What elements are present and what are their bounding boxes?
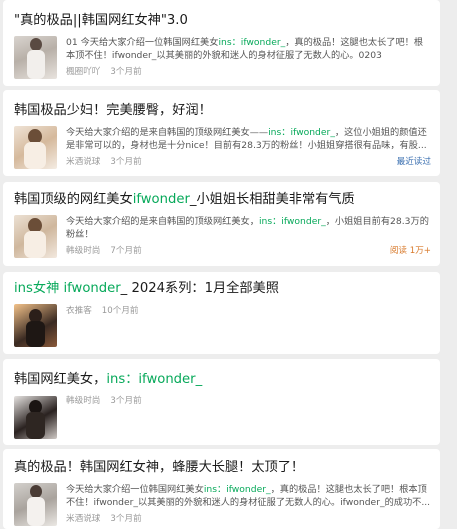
article-source[interactable]: 米酒说球: [66, 157, 100, 168]
article-card[interactable]: 真的极品！韩国网红女神，蜂腰大长腿！太顶了！ 今天给大家介绍一位韩国网红美女in…: [3, 449, 440, 529]
article-card[interactable]: 韩国极品少妇！完美腰臀，好润！ 今天给大家介绍的是来自韩国的顶级网红美女——in…: [3, 90, 440, 176]
article-excerpt: 01 今天给大家介绍一位韩国网红美女ins：ifwonder_，真的极品！这腿也…: [66, 37, 424, 61]
article-source[interactable]: 韩级时尚: [66, 396, 100, 407]
article-thumbnail: [14, 126, 57, 169]
article-thumbnail: [14, 396, 57, 439]
article-time: 7个月前: [110, 246, 142, 256]
article-time: 3个月前: [110, 67, 142, 77]
article-title[interactable]: ins女神 ifwonder_ 2024系列：1月全部美照: [14, 280, 440, 298]
article-thumbnail: [14, 36, 57, 79]
article-time: 10个月前: [101, 306, 139, 316]
article-card[interactable]: "真的极品||韩国网红女神"3.0 01 今天给大家介绍一位韩国网红美女ins：…: [3, 0, 440, 86]
article-title[interactable]: 韩国网红美女，ins：ifwonder_: [14, 371, 440, 389]
article-source[interactable]: 韩级时尚: [66, 246, 100, 257]
article-title[interactable]: 韩国极品少妇！完美腰臀，好润！: [14, 102, 440, 120]
article-title[interactable]: "真的极品||韩国网红女神"3.0: [14, 12, 440, 30]
recently-read-label: 最近读过: [396, 157, 431, 167]
article-time: 3个月前: [110, 157, 142, 167]
article-card[interactable]: 韩国网红美女，ins：ifwonder_ 韩级时尚 3个月前: [3, 359, 440, 445]
article-source[interactable]: 米酒说球: [66, 514, 100, 525]
article-thumbnail: [14, 304, 57, 347]
article-source[interactable]: 衣推客: [66, 306, 92, 317]
article-card[interactable]: 韩国顶级的网红美女ifwonder_小姐姐长相甜美非常有气质 今天给大家介绍的是…: [3, 182, 440, 266]
article-time: 3个月前: [110, 514, 142, 524]
article-title[interactable]: 韩国顶级的网红美女ifwonder_小姐姐长相甜美非常有气质: [14, 191, 440, 209]
article-card[interactable]: ins女神 ifwonder_ 2024系列：1月全部美照 衣推客 10个月前: [3, 272, 440, 354]
article-source[interactable]: 楓圈吖吖: [66, 67, 100, 78]
article-title[interactable]: 真的极品！韩国网红女神，蜂腰大长腿！太顶了！: [14, 459, 440, 477]
article-thumbnail: [14, 483, 57, 526]
article-feed: "真的极品||韩国网红女神"3.0 01 今天给大家介绍一位韩国网红美女ins：…: [0, 0, 457, 529]
article-excerpt: 今天给大家介绍一位韩国网红美女ins：ifwonder_，真的极品！这腿也太长了…: [66, 484, 431, 508]
article-excerpt: 今天给大家介绍的是来自韩国的顶级网红美女——ins：ifwonder_，这位小姐…: [66, 127, 427, 151]
view-count: 阅读 1万+: [389, 246, 431, 256]
article-excerpt: 今天给大家介绍的是来自韩国的顶级网红美女，ins：ifwonder_，小姐姐目前…: [66, 216, 429, 240]
article-time: 3个月前: [110, 396, 142, 406]
article-thumbnail: [14, 215, 57, 258]
